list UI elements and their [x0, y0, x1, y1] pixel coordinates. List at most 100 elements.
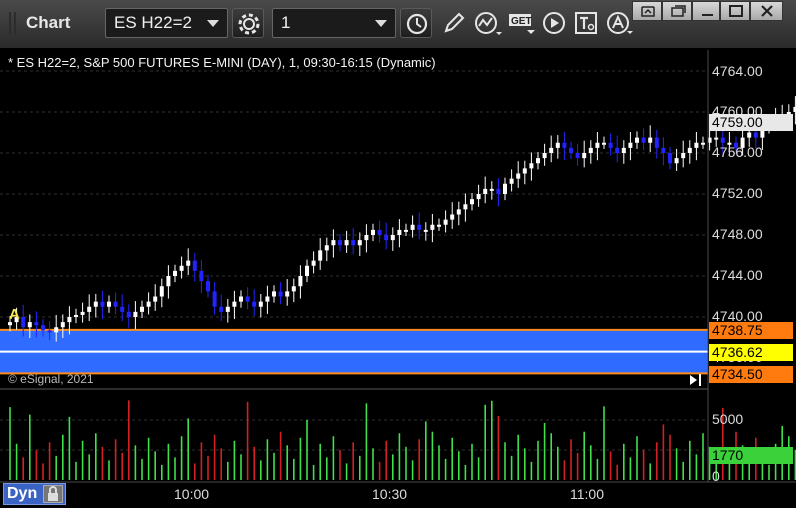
candle-body — [252, 301, 257, 307]
candle-body — [232, 301, 237, 307]
time-tick: 10:00 — [174, 486, 210, 502]
candle-body — [595, 142, 600, 148]
candle-body — [661, 147, 666, 153]
candle-body — [753, 132, 758, 138]
candle-body — [674, 158, 679, 164]
candle-body — [522, 168, 527, 174]
text-tool-button[interactable] — [570, 8, 602, 38]
price-band — [0, 328, 708, 375]
price-tick: 4748.00 — [712, 226, 763, 242]
chart-window: Chart ES H22=2 1 GET * ES H22=2, S&P 500… — [0, 0, 796, 508]
studies-icon — [475, 12, 502, 35]
chevron-down-icon[interactable] — [207, 20, 219, 27]
candle-body — [80, 311, 85, 315]
candle-body — [397, 229, 402, 235]
dynamic-label: Dyn — [7, 485, 38, 502]
properties-button[interactable] — [232, 8, 264, 38]
alert-button[interactable] — [602, 8, 634, 38]
text-icon — [575, 12, 597, 34]
candle-body — [146, 301, 151, 307]
candle-body — [41, 325, 45, 331]
minimize-button[interactable] — [692, 1, 720, 21]
collapse-icon — [641, 6, 655, 17]
price-tick: 4744.00 — [712, 267, 763, 283]
candle-body — [549, 147, 554, 153]
candle-body — [476, 194, 481, 200]
volume-tick: 0 — [712, 468, 720, 484]
candle-body — [687, 147, 692, 153]
time-tick: 11:00 — [570, 486, 604, 502]
chart-area[interactable] — [0, 48, 796, 508]
symbol-combo[interactable]: ES H22=2 — [105, 8, 228, 38]
time-tick: 10:30 — [372, 486, 408, 502]
candle-body — [390, 235, 395, 241]
candle-body — [67, 317, 72, 323]
candle-body — [219, 306, 224, 312]
interval-value: 1 — [281, 13, 291, 32]
marker-label: A — [9, 306, 20, 323]
price-tick: 4752.00 — [712, 185, 763, 201]
maximize-button[interactable] — [720, 1, 750, 21]
candle-body — [503, 183, 507, 194]
candle-body — [120, 306, 125, 312]
candle-body — [496, 188, 501, 194]
lock-button[interactable] — [43, 485, 63, 503]
candle-body — [212, 291, 217, 307]
grip-icon[interactable] — [6, 12, 20, 34]
candle-body — [377, 229, 382, 235]
window-title-label: Chart — [26, 13, 71, 32]
candle-body — [21, 317, 26, 328]
get-button[interactable]: GET — [504, 8, 536, 38]
last-price-tag: 4759.00 — [709, 114, 793, 131]
maximize-icon — [729, 5, 743, 17]
candle-body — [278, 291, 283, 297]
candle-body — [100, 301, 105, 307]
candle-body — [555, 142, 560, 148]
candle-body — [357, 240, 362, 246]
candle-body — [245, 296, 250, 302]
get-icon: GET — [509, 14, 535, 34]
candle-body — [516, 173, 521, 179]
candle-body — [364, 235, 369, 241]
candle-body — [107, 301, 111, 307]
candle-body — [654, 137, 659, 148]
copyright-text: © eSignal, 2021 — [8, 372, 94, 386]
lower-band-tag: 4734.50 — [709, 366, 793, 383]
candle-body — [305, 265, 309, 276]
candle-body — [159, 286, 164, 297]
toolbar: Chart ES H22=2 1 GET — [0, 0, 796, 49]
candle-body — [410, 224, 415, 230]
candle-body — [34, 322, 39, 326]
collapse-button[interactable] — [632, 1, 662, 21]
candle-body — [133, 311, 138, 317]
candle-body — [450, 214, 455, 220]
candle-body — [265, 296, 270, 302]
time-template-button[interactable] — [400, 8, 432, 38]
candle-body — [225, 306, 230, 312]
candle-body — [747, 132, 752, 138]
candle-body — [384, 235, 389, 241]
restore-button[interactable] — [662, 1, 692, 21]
candle-body — [483, 188, 488, 194]
candle-body — [179, 265, 184, 271]
upper-band-tag: 4738.75 — [709, 322, 793, 339]
close-icon — [761, 5, 773, 17]
studies-button[interactable] — [470, 8, 502, 38]
candle-body — [113, 301, 118, 307]
mid-band-tag: 4736.62 — [709, 344, 793, 361]
window-title[interactable]: Chart — [6, 8, 70, 38]
volume-tick: 5000 — [712, 411, 744, 427]
candle-body — [628, 142, 633, 148]
close-button[interactable] — [750, 1, 783, 21]
draw-button[interactable] — [438, 8, 470, 38]
candle-body — [575, 153, 580, 159]
candle-body — [463, 204, 468, 210]
candle-body — [166, 276, 171, 287]
candle-body — [371, 229, 375, 235]
replay-button[interactable] — [538, 8, 570, 38]
candle-body — [569, 147, 573, 153]
candle-body — [27, 322, 32, 328]
interval-combo[interactable]: 1 — [272, 8, 396, 38]
candle-body — [192, 260, 197, 271]
chevron-down-icon[interactable] — [375, 20, 387, 27]
